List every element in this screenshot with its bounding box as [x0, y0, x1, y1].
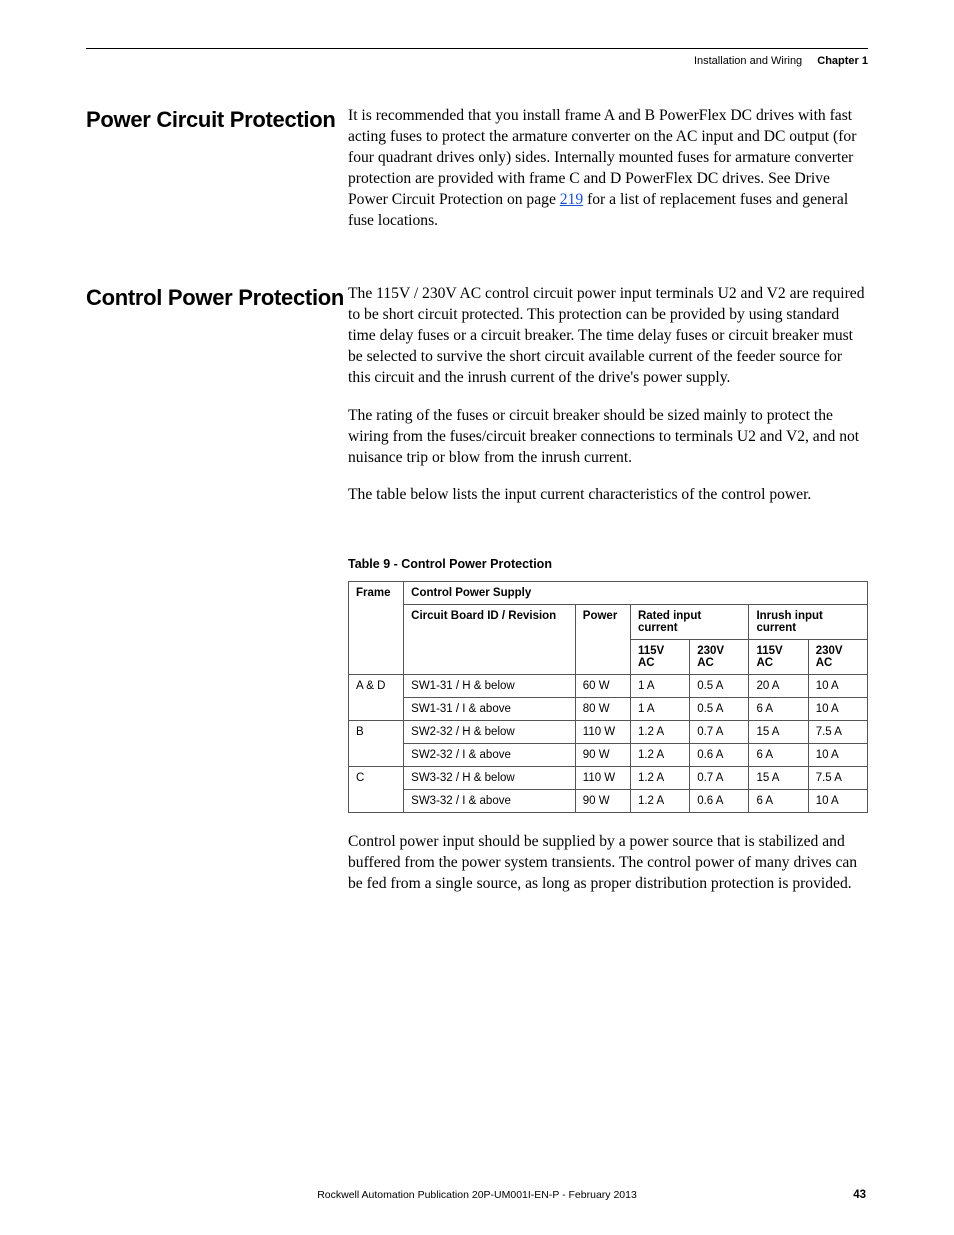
table-row: Circuit Board ID / Revision Power Rated … — [349, 604, 868, 639]
cell: 1.2 A — [630, 720, 689, 743]
running-head: Installation and Wiring Chapter 1 — [86, 55, 868, 67]
cell: 0.6 A — [690, 789, 749, 812]
cell: 10 A — [808, 743, 867, 766]
table-row: SW2-32 / I & above 90 W 1.2 A 0.6 A 6 A … — [349, 743, 868, 766]
th-inrush: Inrush input current — [749, 604, 868, 639]
cell: 10 A — [808, 697, 867, 720]
section-control-power: Control Power Protection The 115V / 230V… — [86, 283, 868, 520]
footer-pub: Rockwell Automation Publication 20P-UM00… — [0, 1189, 954, 1201]
table-row: Frame Control Power Supply — [349, 581, 868, 604]
cell-frame: A & D — [349, 674, 404, 720]
cell: 6 A — [749, 697, 808, 720]
section-power-circuit: Power Circuit Protection It is recommend… — [86, 105, 868, 247]
th-cps: Control Power Supply — [404, 581, 868, 604]
cell: 0.7 A — [690, 720, 749, 743]
cell-frame: B — [349, 720, 404, 766]
running-head-section: Installation and Wiring — [694, 55, 802, 67]
cell-power: 80 W — [575, 697, 630, 720]
cell: 0.6 A — [690, 743, 749, 766]
th-frame: Frame — [349, 581, 404, 674]
heading-power-circuit: Power Circuit Protection — [86, 105, 348, 247]
cell: 10 A — [808, 674, 867, 697]
cell: 15 A — [749, 766, 808, 789]
th-115: 115V AC — [749, 639, 808, 674]
table-row: C SW3-32 / H & below 110 W 1.2 A 0.7 A 1… — [349, 766, 868, 789]
header-rule — [86, 48, 868, 49]
body-power-circuit: It is recommended that you install frame… — [348, 105, 868, 247]
cell: 6 A — [749, 743, 808, 766]
cell: 10 A — [808, 789, 867, 812]
table-caption: Table 9 - Control Power Protection — [348, 557, 868, 571]
table-row: SW3-32 / I & above 90 W 1.2 A 0.6 A 6 A … — [349, 789, 868, 812]
cell: 7.5 A — [808, 766, 867, 789]
th-power: Power — [575, 604, 630, 674]
para: The 115V / 230V AC control circuit power… — [348, 283, 868, 388]
th-115: 115V AC — [630, 639, 689, 674]
cell: 1.2 A — [630, 766, 689, 789]
th-230: 230V AC — [808, 639, 867, 674]
cell: 0.7 A — [690, 766, 749, 789]
table-row: B SW2-32 / H & below 110 W 1.2 A 0.7 A 1… — [349, 720, 868, 743]
para: The table below lists the input current … — [348, 484, 868, 505]
th-230: 230V AC — [690, 639, 749, 674]
cell-board: SW1-31 / H & below — [404, 674, 576, 697]
cell: 1 A — [630, 697, 689, 720]
body-control-power: The 115V / 230V AC control circuit power… — [348, 283, 868, 520]
cell-power: 110 W — [575, 720, 630, 743]
cell-power: 60 W — [575, 674, 630, 697]
cell: 0.5 A — [690, 674, 749, 697]
para: The rating of the fuses or circuit break… — [348, 405, 868, 468]
page-number: 43 — [853, 1189, 866, 1201]
page-link-219[interactable]: 219 — [560, 191, 583, 208]
cell-board: SW2-32 / H & below — [404, 720, 576, 743]
cell: 0.5 A — [690, 697, 749, 720]
th-rated: Rated input current — [630, 604, 749, 639]
cell-board: SW3-32 / I & above — [404, 789, 576, 812]
cell-frame: C — [349, 766, 404, 812]
cell-power: 110 W — [575, 766, 630, 789]
cell: 1.2 A — [630, 743, 689, 766]
para: It is recommended that you install frame… — [348, 105, 868, 231]
table-row: A & D SW1-31 / H & below 60 W 1 A 0.5 A … — [349, 674, 868, 697]
running-head-chapter: Chapter 1 — [817, 55, 868, 67]
cell-power: 90 W — [575, 743, 630, 766]
control-power-table: Frame Control Power Supply Circuit Board… — [348, 581, 868, 813]
cell: 20 A — [749, 674, 808, 697]
cell: 7.5 A — [808, 720, 867, 743]
after-table-para: Control power input should be supplied b… — [348, 831, 868, 894]
table-row: SW1-31 / I & above 80 W 1 A 0.5 A 6 A 10… — [349, 697, 868, 720]
th-board: Circuit Board ID / Revision — [404, 604, 576, 674]
cell-power: 90 W — [575, 789, 630, 812]
cell: 1 A — [630, 674, 689, 697]
cell-board: SW2-32 / I & above — [404, 743, 576, 766]
cell-board: SW3-32 / H & below — [404, 766, 576, 789]
cell: 15 A — [749, 720, 808, 743]
cell-board: SW1-31 / I & above — [404, 697, 576, 720]
heading-control-power: Control Power Protection — [86, 283, 348, 520]
cell: 6 A — [749, 789, 808, 812]
cell: 1.2 A — [630, 789, 689, 812]
